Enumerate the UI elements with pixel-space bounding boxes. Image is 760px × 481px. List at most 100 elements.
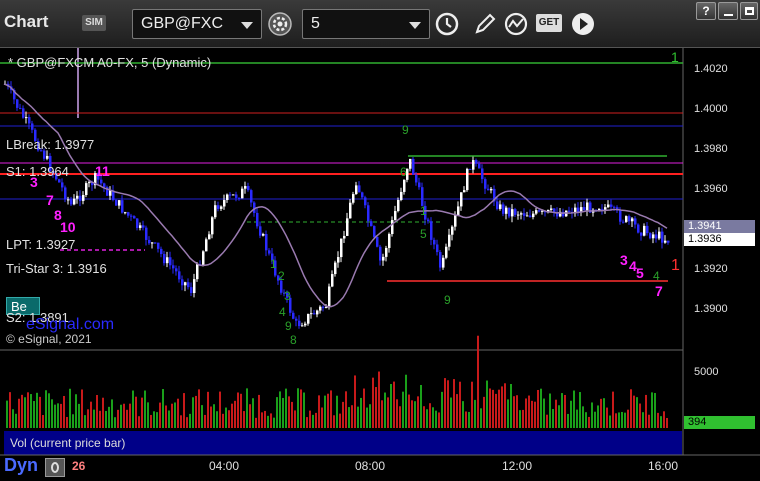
price-tag-last: 1.3936: [684, 233, 755, 246]
volume-bar: [660, 416, 662, 428]
candle: [259, 226, 262, 236]
volume-bar: [483, 396, 485, 428]
candle: [379, 246, 382, 261]
candle: [142, 225, 145, 228]
volume-bar: [156, 412, 158, 428]
level-label-s1: S1: 1.3964: [6, 164, 69, 179]
candle: [193, 279, 196, 294]
td-count-magenta: 3: [620, 252, 628, 268]
candle: [526, 215, 529, 217]
candle: [361, 192, 364, 198]
interval-selector[interactable]: 5: [302, 9, 430, 39]
chart-options-icon[interactable]: [45, 458, 65, 477]
price-axis-label: 1.3920: [694, 263, 728, 275]
interval-value: 5: [311, 15, 320, 32]
volume-bar: [591, 402, 593, 428]
candle: [202, 251, 205, 266]
volume-bar: [66, 416, 68, 428]
chart-panel[interactable]: 3 7 8 10 11 3 4 5 7 9 9 1 2 3 4 5 6 8 4 1 9 * GBP@FXCM A0-FX…: [0, 48, 760, 481]
volume-bar: [96, 394, 98, 428]
volume-bar: [111, 399, 113, 428]
top-level-marker: 1: [671, 49, 679, 65]
symbol-selector[interactable]: GBP@FXC: [132, 9, 262, 39]
candle: [181, 279, 184, 286]
candle: [343, 235, 346, 239]
help-button[interactable]: ?: [696, 2, 716, 20]
volume-bar: [495, 393, 497, 428]
volume-bar: [480, 408, 482, 428]
volume-bar: [468, 411, 470, 428]
volume-bar: [237, 392, 239, 428]
volume-bar: [72, 414, 74, 428]
volume-bar: [501, 386, 503, 428]
copyright: © eSignal, 2021: [6, 332, 92, 346]
candle: [418, 182, 421, 188]
dyn-label[interactable]: Dyn: [4, 455, 38, 476]
candle: [178, 271, 181, 280]
candle: [28, 117, 31, 124]
volume-bar: [513, 396, 515, 428]
candle: [508, 207, 511, 217]
candle: [385, 247, 388, 257]
candle: [439, 252, 442, 268]
volume-bar: [348, 407, 350, 428]
price-axis-label: 1.4000: [694, 103, 728, 115]
candle: [472, 160, 475, 170]
volume-bar: [177, 398, 179, 428]
chevron-down-icon[interactable]: [409, 22, 421, 29]
volume-bar: [39, 396, 41, 428]
candle: [73, 198, 76, 205]
candle: [130, 215, 133, 217]
candle: [499, 204, 502, 209]
candle: [460, 192, 463, 207]
symbol-header: * GBP@FXCM A0-FX, 5 (Dynamic): [8, 55, 212, 70]
volume-bar: [378, 371, 380, 428]
candle: [184, 282, 187, 286]
study-icon[interactable]: [503, 11, 529, 37]
candle: [415, 174, 418, 183]
candle: [436, 244, 439, 253]
volume-bar: [408, 394, 410, 428]
volume-bar: [504, 383, 506, 428]
clock-icon[interactable]: [434, 11, 460, 37]
volume-bar: [150, 414, 152, 428]
volume-bar: [309, 410, 311, 428]
get-button[interactable]: GET: [536, 14, 562, 32]
volume-bar: [93, 409, 95, 428]
candle: [475, 160, 478, 164]
candle: [433, 239, 436, 245]
candle: [124, 212, 127, 214]
volume-bar: [51, 399, 53, 428]
candle: [70, 199, 73, 205]
candle: [79, 195, 82, 201]
candle: [658, 231, 661, 239]
volume-bar: [90, 401, 92, 428]
volume-bar: [654, 392, 656, 428]
volume-bar: [342, 401, 344, 428]
volume-bar: [369, 404, 371, 428]
chevron-down-icon[interactable]: [241, 22, 253, 29]
volume-bar: [132, 390, 134, 428]
price-tag-upper: 1.3941: [684, 220, 755, 233]
candle: [322, 306, 325, 308]
settings-icon[interactable]: [267, 11, 293, 37]
candle: [520, 213, 523, 215]
volume-bar: [12, 409, 14, 428]
volume-bar: [285, 388, 287, 428]
candle: [151, 242, 154, 244]
candle: [148, 239, 151, 244]
candle: [304, 323, 307, 326]
pencil-icon[interactable]: [472, 11, 498, 37]
minimize-button[interactable]: [718, 2, 738, 20]
candle: [583, 207, 586, 211]
volume-bar: [162, 389, 164, 428]
volume-bar: [543, 398, 545, 428]
play-icon[interactable]: [570, 11, 596, 37]
candle: [217, 205, 220, 209]
maximize-button[interactable]: [740, 2, 758, 20]
volume-bar: [84, 415, 86, 428]
td-count-green: 3: [284, 289, 291, 303]
volume-bar: [333, 415, 335, 428]
volume-bar: [48, 393, 50, 428]
price-chart[interactable]: 37810113 4 57991234568419: [0, 48, 760, 481]
